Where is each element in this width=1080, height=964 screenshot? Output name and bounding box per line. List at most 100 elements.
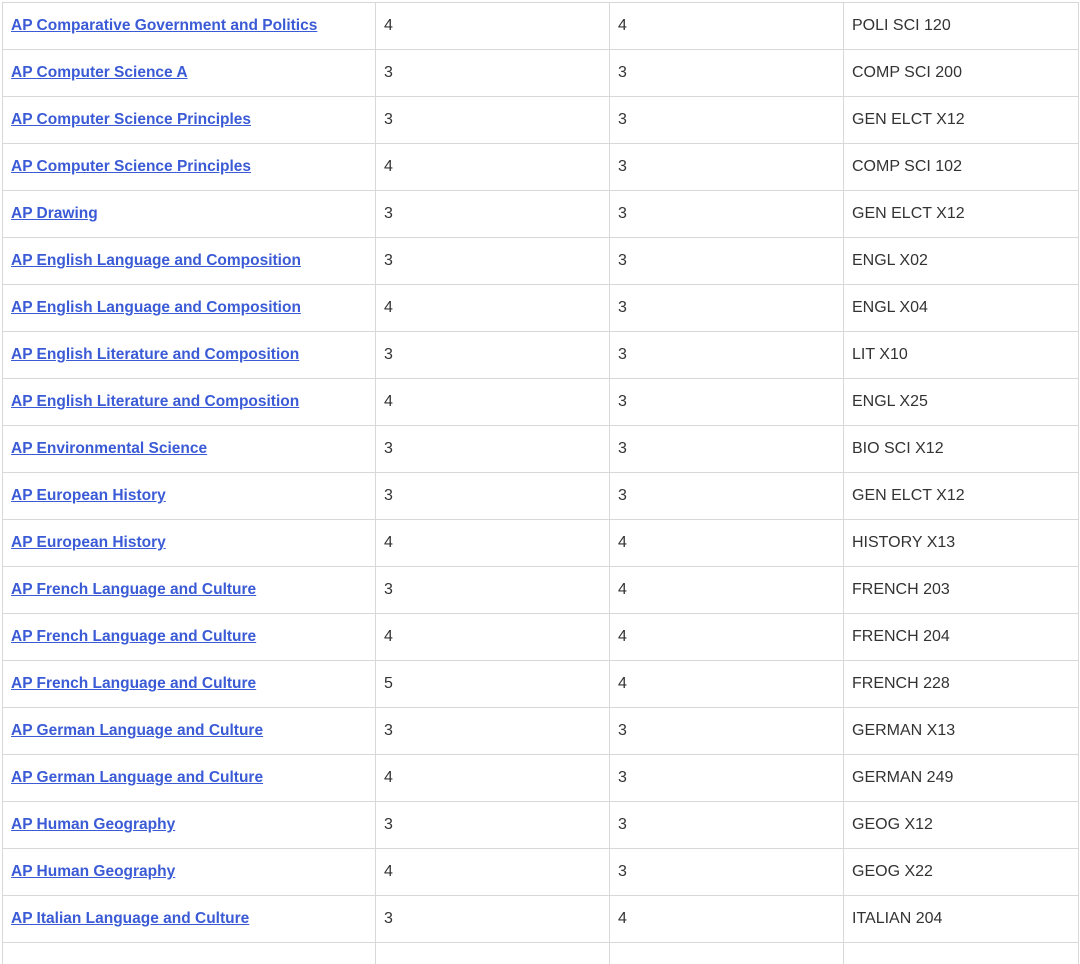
exam-cell: AP Computer Science A	[2, 49, 376, 97]
units-earned: 3	[609, 472, 844, 520]
units-earned: 3	[609, 848, 844, 896]
exam-link[interactable]: AP Human Geography	[11, 816, 175, 833]
table-row: AP German Language and Culture 4 3 GERMAN 2…	[2, 754, 1079, 802]
exam-link[interactable]: AP Computer Science Principles	[11, 158, 251, 175]
exam-score: 5	[375, 660, 610, 708]
exam-cell: AP French Language and Culture	[2, 566, 376, 614]
exam-cell: AP Computer Science Principles	[2, 143, 376, 191]
exam-link[interactable]: AP Environmental Science	[11, 440, 207, 457]
exam-link[interactable]: AP French Language and Culture	[11, 628, 256, 645]
exam-link[interactable]: AP German Language and Culture	[11, 769, 263, 786]
units-earned: 3	[609, 801, 844, 849]
exam-score: 4	[375, 143, 610, 191]
units-earned: 4	[609, 613, 844, 661]
exam-cell: AP Drawing	[2, 190, 376, 238]
exam-cell: AP Human Geography	[2, 848, 376, 896]
exam-link[interactable]: AP English Language and Composition	[11, 252, 301, 269]
exam-score: 4	[375, 284, 610, 332]
exam-link[interactable]: AP European History	[11, 487, 166, 504]
table-row: AP European History 3 3 GEN ELCT X12	[2, 472, 1079, 520]
units-earned: 3	[609, 331, 844, 379]
exam-link[interactable]: AP Italian Language and Culture	[11, 910, 249, 927]
exam-cell: AP German Language and Culture	[2, 707, 376, 755]
equivalent-course: GEN ELCT X12	[843, 96, 1079, 144]
table-row: AP English Literature and Composition 4 3 E…	[2, 378, 1079, 426]
exam-link[interactable]: AP Comparative Government and Politics	[11, 17, 317, 34]
exam-score: 3	[375, 331, 610, 379]
exam-score: 3	[375, 425, 610, 473]
exam-link[interactable]: AP Drawing	[11, 205, 98, 222]
units-earned: 3	[609, 190, 844, 238]
table-row: AP Computer Science Principles 4 3 COMP SCI…	[2, 143, 1079, 191]
table-row	[2, 942, 1079, 964]
exam-cell: AP French Language and Culture	[2, 613, 376, 661]
equivalent-course: GEOG X12	[843, 801, 1079, 849]
table-row: AP Drawing 3 3 GEN ELCT X12	[2, 190, 1079, 238]
equivalent-course: ENGL X04	[843, 284, 1079, 332]
units-earned: 3	[609, 754, 844, 802]
units-earned: 3	[609, 707, 844, 755]
exam-cell: AP Computer Science Principles	[2, 96, 376, 144]
equivalent-course: GEN ELCT X12	[843, 472, 1079, 520]
exam-cell: AP Environmental Science	[2, 425, 376, 473]
units-earned: 3	[609, 378, 844, 426]
exam-score: 3	[375, 472, 610, 520]
exam-cell: AP Italian Language and Culture	[2, 895, 376, 943]
table-row: AP English Literature and Composition 3 3 L…	[2, 331, 1079, 379]
table-row: AP Comparative Government and Politics 4 4…	[2, 2, 1079, 50]
exam-link[interactable]: AP English Literature and Composition	[11, 346, 299, 363]
table-row: AP European History 4 4 HISTORY X13	[2, 519, 1079, 567]
exam-cell: AP English Literature and Composition	[2, 378, 376, 426]
exam-score	[375, 942, 610, 964]
table-row: AP French Language and Culture 4 4 FRENCH 2…	[2, 613, 1079, 661]
ap-credit-table-container: AP Comparative Government and Politics 4 4…	[0, 0, 1080, 964]
units-earned: 3	[609, 425, 844, 473]
exam-cell: AP Human Geography	[2, 801, 376, 849]
units-earned: 4	[609, 660, 844, 708]
exam-score: 3	[375, 566, 610, 614]
table-row: AP Human Geography 3 3 GEOG X12	[2, 801, 1079, 849]
units-earned: 4	[609, 895, 844, 943]
exam-score: 4	[375, 519, 610, 567]
exam-link[interactable]: AP English Language and Composition	[11, 299, 301, 316]
exam-score: 4	[375, 2, 610, 50]
table-row: AP French Language and Culture 3 4 FRENCH 2…	[2, 566, 1079, 614]
exam-score: 3	[375, 895, 610, 943]
table-row: AP Italian Language and Culture 3 4 ITALIAN…	[2, 895, 1079, 943]
exam-score: 4	[375, 754, 610, 802]
exam-link[interactable]: AP German Language and Culture	[11, 722, 263, 739]
exam-link[interactable]: AP Computer Science Principles	[11, 111, 251, 128]
equivalent-course: LIT X10	[843, 331, 1079, 379]
exam-link[interactable]: AP French Language and Culture	[11, 581, 256, 598]
exam-link[interactable]: AP English Literature and Composition	[11, 393, 299, 410]
equivalent-course: ITALIAN 204	[843, 895, 1079, 943]
table-row: AP Computer Science Principles 3 3 GEN ELCT…	[2, 96, 1079, 144]
units-earned: 3	[609, 143, 844, 191]
table-row: AP German Language and Culture 3 3 GERMAN X…	[2, 707, 1079, 755]
equivalent-course: COMP SCI 102	[843, 143, 1079, 191]
exam-link[interactable]: AP Human Geography	[11, 863, 175, 880]
units-earned: 3	[609, 237, 844, 285]
exam-score: 3	[375, 237, 610, 285]
equivalent-course: POLI SCI 120	[843, 2, 1079, 50]
exam-cell: AP European History	[2, 519, 376, 567]
equivalent-course: GERMAN X13	[843, 707, 1079, 755]
exam-score: 3	[375, 801, 610, 849]
exam-cell: AP German Language and Culture	[2, 754, 376, 802]
equivalent-course: FRENCH 204	[843, 613, 1079, 661]
units-earned: 3	[609, 96, 844, 144]
equivalent-course: ENGL X02	[843, 237, 1079, 285]
equivalent-course	[843, 942, 1079, 964]
exam-link[interactable]: AP French Language and Culture	[11, 675, 256, 692]
exam-link[interactable]: AP Computer Science A	[11, 64, 188, 81]
table-row: AP French Language and Culture 5 4 FRENCH 2…	[2, 660, 1079, 708]
units-earned: 3	[609, 49, 844, 97]
exam-score: 4	[375, 378, 610, 426]
equivalent-course: COMP SCI 200	[843, 49, 1079, 97]
units-earned: 3	[609, 284, 844, 332]
exam-link[interactable]: AP European History	[11, 534, 166, 551]
exam-cell: AP English Literature and Composition	[2, 331, 376, 379]
equivalent-course: GERMAN 249	[843, 754, 1079, 802]
exam-cell: AP French Language and Culture	[2, 660, 376, 708]
exam-cell: AP European History	[2, 472, 376, 520]
